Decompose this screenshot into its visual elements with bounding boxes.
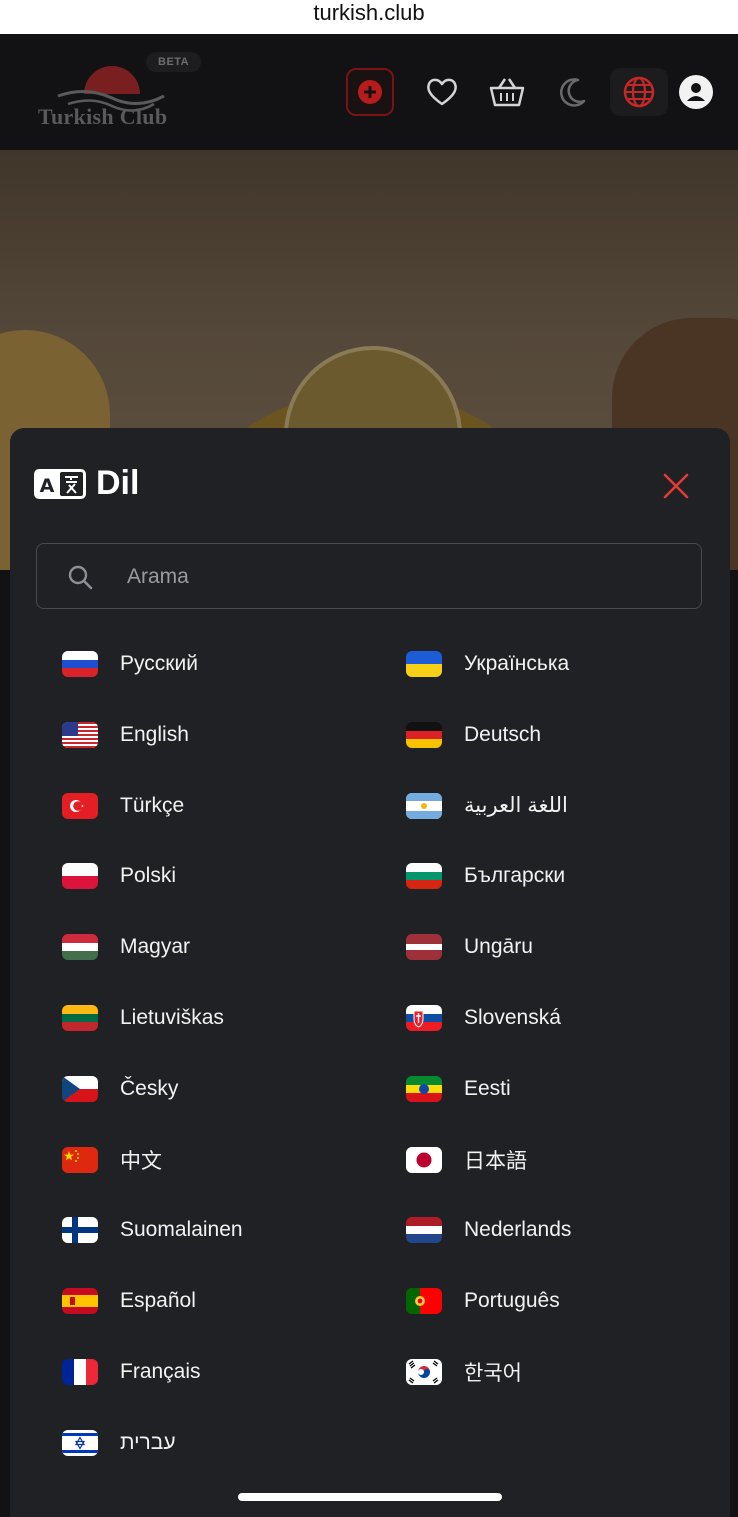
language-option-ar[interactable]: اللغة العربية <box>406 781 568 831</box>
language-label: Suomalainen <box>120 1218 243 1242</box>
url-text: turkish.club <box>313 0 425 25</box>
flag-sk-icon <box>406 1005 442 1031</box>
language-option-es[interactable]: Español <box>62 1276 196 1326</box>
language-option-fi[interactable]: Suomalainen <box>62 1205 243 1255</box>
language-option-nl[interactable]: Nederlands <box>406 1205 571 1255</box>
language-label: Türkçe <box>120 793 185 817</box>
flag-es-icon <box>62 1288 98 1315</box>
search-input[interactable] <box>125 558 669 596</box>
language-label: اللغة العربية <box>464 794 568 818</box>
flag-lt-icon <box>62 1005 98 1031</box>
flag-fr-icon <box>62 1359 98 1385</box>
flag-kr-icon <box>406 1359 442 1385</box>
flag-ru-icon <box>62 651 98 677</box>
language-button[interactable] <box>610 68 668 116</box>
flag-pl-icon <box>62 863 98 890</box>
language-option-pt[interactable]: Português <box>406 1276 560 1326</box>
flag-nl-icon <box>406 1217 442 1244</box>
language-label: Eesti <box>464 1076 511 1100</box>
account-button[interactable] <box>672 68 720 116</box>
language-option-sk[interactable]: Slovenská <box>406 993 561 1043</box>
flag-ua-icon <box>406 651 442 677</box>
language-label: עברית <box>120 1430 176 1454</box>
language-label: Українська <box>464 652 570 675</box>
close-button[interactable] <box>660 470 692 502</box>
language-label: Русский <box>120 652 198 675</box>
language-option-il[interactable]: עברית <box>62 1418 176 1468</box>
moon-icon <box>559 78 586 107</box>
language-label: 한국어 <box>464 1362 522 1385</box>
language-label: 日本語 <box>464 1149 527 1173</box>
language-option-de[interactable]: Deutsch <box>406 710 541 760</box>
language-option-pl[interactable]: Polski <box>62 851 176 901</box>
add-icon <box>358 80 382 104</box>
language-option-ua[interactable]: Українська <box>406 639 569 689</box>
language-option-et[interactable]: Eesti <box>406 1064 511 1114</box>
flag-jp-icon <box>406 1146 442 1173</box>
flag-bg-icon <box>406 863 442 890</box>
language-label: Ungāru <box>464 935 533 959</box>
favorites-button[interactable] <box>418 68 466 116</box>
language-option-cz[interactable]: Česky <box>62 1064 178 1114</box>
beta-badge: BETA <box>146 52 202 72</box>
language-option-tr[interactable]: Türkçe <box>62 781 184 831</box>
language-option-lv[interactable]: Ungāru <box>406 922 533 972</box>
flag-hu-icon <box>62 934 98 961</box>
language-modal: A Dil Русский Українська English Deutsch Tür… <box>10 428 730 1517</box>
language-option-cn[interactable]: 中文 <box>62 1135 162 1185</box>
theme-toggle-button[interactable] <box>548 68 596 116</box>
flag-cn-icon <box>62 1146 98 1173</box>
language-option-jp[interactable]: 日本語 <box>406 1135 527 1185</box>
modal-header: A Dil <box>34 464 139 503</box>
heart-icon <box>427 78 457 106</box>
modal-title: Dil <box>96 464 140 502</box>
flag-pt-icon <box>406 1288 442 1315</box>
language-option-bg[interactable]: Български <box>406 851 565 901</box>
language-option-lt[interactable]: Lietuviškas <box>62 993 224 1043</box>
home-indicator[interactable] <box>238 1493 502 1501</box>
language-option-ru[interactable]: Русский <box>62 639 198 689</box>
language-label: Български <box>464 864 566 888</box>
user-icon <box>679 75 713 109</box>
language-label: Deutsch <box>464 722 542 746</box>
flag-us-icon <box>62 721 98 748</box>
language-label: Česky <box>120 1076 179 1100</box>
language-label: Français <box>120 1360 201 1383</box>
flag-et-icon <box>406 1075 442 1102</box>
search-box[interactable] <box>36 543 702 609</box>
search-icon <box>68 565 93 590</box>
translate-icon: A <box>34 468 86 499</box>
language-label: 中文 <box>120 1149 162 1173</box>
flag-il-icon <box>62 1429 98 1456</box>
cart-button[interactable] <box>483 68 531 116</box>
language-option-us[interactable]: English <box>62 710 189 760</box>
flag-ar-icon <box>406 792 442 819</box>
url-bar[interactable]: turkish.club <box>0 0 738 34</box>
globe-icon <box>623 76 655 108</box>
svg-text:A: A <box>40 475 55 497</box>
flag-fi-icon <box>62 1217 98 1244</box>
language-option-fr[interactable]: Français <box>62 1347 201 1397</box>
close-icon <box>663 473 689 499</box>
site-header: Turkish Club BETA <box>0 34 738 151</box>
basket-icon <box>489 78 525 107</box>
flag-de-icon <box>406 721 442 748</box>
flag-tr-icon <box>62 792 98 819</box>
flag-lv-icon <box>406 934 442 961</box>
language-label: English <box>120 722 189 746</box>
language-label: Nederlands <box>464 1218 572 1242</box>
language-label: Polski <box>120 864 177 888</box>
language-label: Português <box>464 1289 560 1313</box>
flag-cz-icon <box>62 1075 98 1102</box>
language-label: Lietuviškas <box>120 1006 224 1029</box>
language-label: Magyar <box>120 935 191 959</box>
language-label: Slovenská <box>464 1006 561 1029</box>
add-button[interactable] <box>346 68 394 116</box>
language-option-hu[interactable]: Magyar <box>62 922 190 972</box>
language-label: Español <box>120 1289 196 1313</box>
language-option-kr[interactable]: 한국어 <box>406 1347 522 1397</box>
logo-text[interactable]: Turkish Club <box>38 104 167 130</box>
